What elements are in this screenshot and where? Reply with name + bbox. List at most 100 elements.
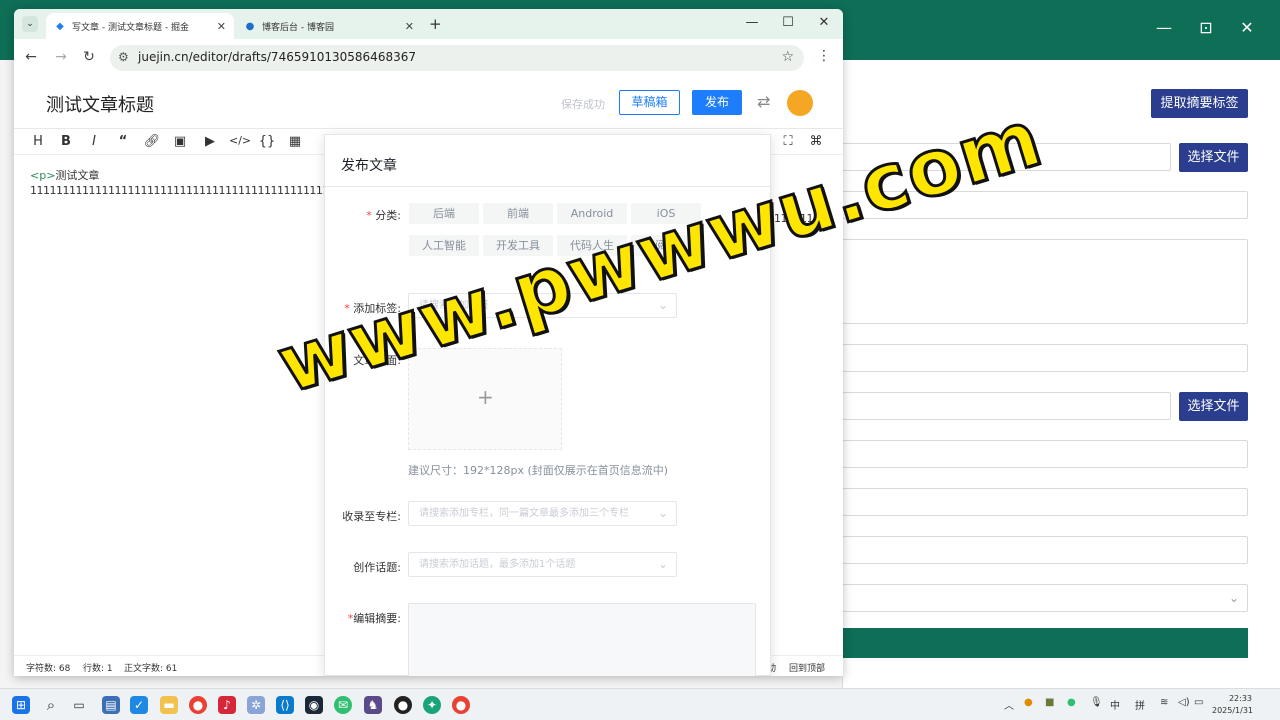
tray-expand-icon[interactable]: ︿ — [1004, 697, 1014, 712]
tab-title: 博客后台 - 博客园 — [262, 22, 334, 33]
tab-title: 写文章 - 测试文章标题 - 掘金 — [72, 22, 189, 33]
publish-button[interactable]: 发布 — [692, 90, 742, 115]
close-tab-icon[interactable]: ✕ — [217, 20, 226, 33]
category-backend[interactable]: 后端 — [409, 203, 479, 224]
plus-icon: + — [477, 385, 494, 409]
italic-icon[interactable]: I — [85, 134, 103, 149]
category-frontend[interactable]: 前端 — [483, 203, 553, 224]
topic-select[interactable]: 请搜索添加话题，最多添加1个话题 ⌄ — [408, 552, 677, 577]
form-input-5[interactable] — [842, 536, 1248, 564]
topic-label: 创作话题: — [353, 561, 401, 574]
close-window-icon[interactable]: ✕ — [814, 15, 834, 30]
tab-cnblogs[interactable]: ● 博客后台 - 博客园 ✕ — [236, 13, 422, 39]
app-icon[interactable]: ✲ — [247, 696, 265, 714]
file-path-input-2[interactable] — [842, 392, 1171, 420]
system-clock[interactable]: 22:33 2025/1/31 — [1212, 693, 1253, 717]
choose-file-button-1[interactable]: 选择文件 — [1179, 143, 1248, 172]
url-text[interactable]: juejin.cn/editor/drafts/7465910130586468… — [138, 50, 416, 64]
address-bar: ← → ↻ ⚙ juejin.cn/editor/drafts/74659101… — [14, 39, 843, 77]
table-icon[interactable]: ▦ — [286, 134, 304, 149]
site-info-icon[interactable]: ⚙ — [118, 50, 129, 64]
minimize-icon[interactable]: — — [1152, 18, 1176, 37]
forward-icon[interactable]: → — [52, 49, 70, 65]
url-omnibox[interactable]: ⚙ juejin.cn/editor/drafts/74659101305864… — [110, 45, 804, 71]
column-label: 收录至专栏: — [342, 510, 401, 523]
battery-icon[interactable]: ▭ — [1194, 697, 1203, 708]
form-input-2[interactable] — [842, 344, 1248, 372]
content-line-2: 1111111111111111111111111111111111111111… — [30, 184, 324, 197]
store-icon[interactable]: ▤ — [102, 696, 120, 714]
tray-wechat-icon[interactable]: ● — [1067, 697, 1076, 708]
ime-chinese[interactable]: 中 — [1110, 697, 1120, 712]
chrome-icon[interactable]: ● — [189, 696, 207, 714]
form-textarea[interactable] — [842, 239, 1248, 324]
file-explorer-icon[interactable]: ▬ — [160, 696, 178, 714]
submit-button[interactable] — [842, 628, 1248, 658]
fullscreen-icon[interactable]: ⛶ — [779, 134, 797, 149]
new-tab-icon[interactable]: + — [429, 15, 442, 33]
volume-icon[interactable]: ◁) — [1178, 697, 1190, 708]
extract-summary-button[interactable]: 提取摘要标签 — [1151, 89, 1248, 118]
back-icon[interactable]: ← — [22, 49, 40, 65]
panel-title: 发布文章 — [341, 158, 397, 174]
ime-pinyin[interactable]: 拼 — [1135, 697, 1145, 712]
column-select[interactable]: 请搜索添加专栏，同一篇文章最多添加三个专栏 ⌄ — [408, 501, 677, 526]
video-icon[interactable]: ▶ — [201, 134, 219, 149]
cover-hint: 建议尺寸：192*128px (封面仅展示在首页信息流中) — [408, 464, 669, 477]
tray-app-icon[interactable]: ● — [1024, 697, 1033, 708]
tab-strip: ⌄ ◆ 写文章 - 测试文章标题 - 掘金 ✕ ● 博客后台 - 博客园 ✕ +… — [14, 9, 843, 39]
drafts-button[interactable]: 草稿箱 — [619, 90, 680, 115]
code-icon[interactable]: </> — [229, 134, 251, 147]
code-block-icon[interactable]: {} — [258, 134, 276, 149]
vscode-icon[interactable]: ⟨⟩ — [276, 696, 294, 714]
form-input-4[interactable] — [842, 488, 1248, 516]
summary-label: *编辑摘要: — [347, 612, 401, 625]
minimize-icon[interactable]: — — [742, 15, 762, 30]
reload-icon[interactable]: ↻ — [80, 49, 98, 65]
wifi-icon[interactable]: ≋ — [1160, 697, 1168, 708]
heading-icon[interactable]: H — [29, 134, 47, 149]
netease-music-icon[interactable]: ♪ — [218, 696, 236, 714]
bookmark-star-icon[interactable]: ☆ — [781, 49, 794, 65]
save-status: 保存成功 — [561, 98, 605, 111]
category-ai[interactable]: 人工智能 — [409, 235, 479, 256]
close-icon[interactable]: ✕ — [1235, 18, 1259, 37]
switch-editor-icon[interactable]: ⇄ — [757, 92, 770, 111]
juejin-logo-icon: ◆ — [56, 20, 64, 32]
app-icon-3[interactable]: ✦ — [423, 696, 441, 714]
form-input-3[interactable] — [842, 440, 1248, 468]
maximize-icon[interactable]: ☐ — [778, 15, 798, 30]
editor-header: 测试文章标题 保存成功 草稿箱 发布 ⇄ — [14, 77, 843, 129]
microphone-icon[interactable]: 🎙︎ — [1090, 697, 1103, 708]
summary-textarea[interactable] — [408, 603, 756, 676]
task-view-icon[interactable]: ▭ — [70, 696, 88, 714]
divider — [325, 186, 772, 187]
tray-app-icon-2[interactable]: ■ — [1045, 697, 1054, 708]
wechat-icon[interactable]: ✉ — [334, 696, 352, 714]
line-count: 行数: 1 — [83, 664, 113, 674]
chevron-down-icon: ⌄ — [657, 506, 668, 520]
image-icon[interactable]: ▣ — [171, 134, 189, 149]
back-to-top-link[interactable]: 回到顶部 — [789, 661, 825, 674]
quote-icon[interactable]: “ — [114, 134, 132, 149]
todo-icon[interactable]: ✓ — [130, 696, 148, 714]
browser-menu-icon[interactable]: ⋮ — [817, 48, 831, 64]
link-icon[interactable]: 🔗︎ — [143, 134, 161, 149]
game-icon[interactable]: ♞ — [364, 696, 382, 714]
screenshot-icon[interactable]: ⊡ — [1194, 18, 1218, 37]
start-icon[interactable]: ⊞ — [12, 696, 30, 714]
bold-icon[interactable]: B — [57, 134, 75, 149]
search-icon[interactable]: ⌕ — [42, 696, 60, 714]
tab-juejin-editor[interactable]: ◆ 写文章 - 测试文章标题 - 掘金 ✕ — [46, 13, 234, 39]
app-icon-2[interactable]: ● — [394, 696, 412, 714]
github-icon[interactable]: ⌘ — [807, 134, 825, 149]
chrome-icon-2[interactable]: ● — [452, 696, 470, 714]
close-tab-icon[interactable]: ✕ — [405, 20, 414, 33]
cnblogs-logo-icon: ● — [245, 20, 255, 32]
steam-icon[interactable]: ◉ — [305, 696, 323, 714]
form-select[interactable]: ⌄ — [842, 584, 1248, 612]
tab-search-icon[interactable]: ⌄ — [22, 16, 38, 32]
choose-file-button-2[interactable]: 选择文件 — [1179, 392, 1248, 421]
article-title-input[interactable]: 测试文章标题 — [46, 91, 154, 117]
user-avatar[interactable] — [787, 90, 813, 116]
